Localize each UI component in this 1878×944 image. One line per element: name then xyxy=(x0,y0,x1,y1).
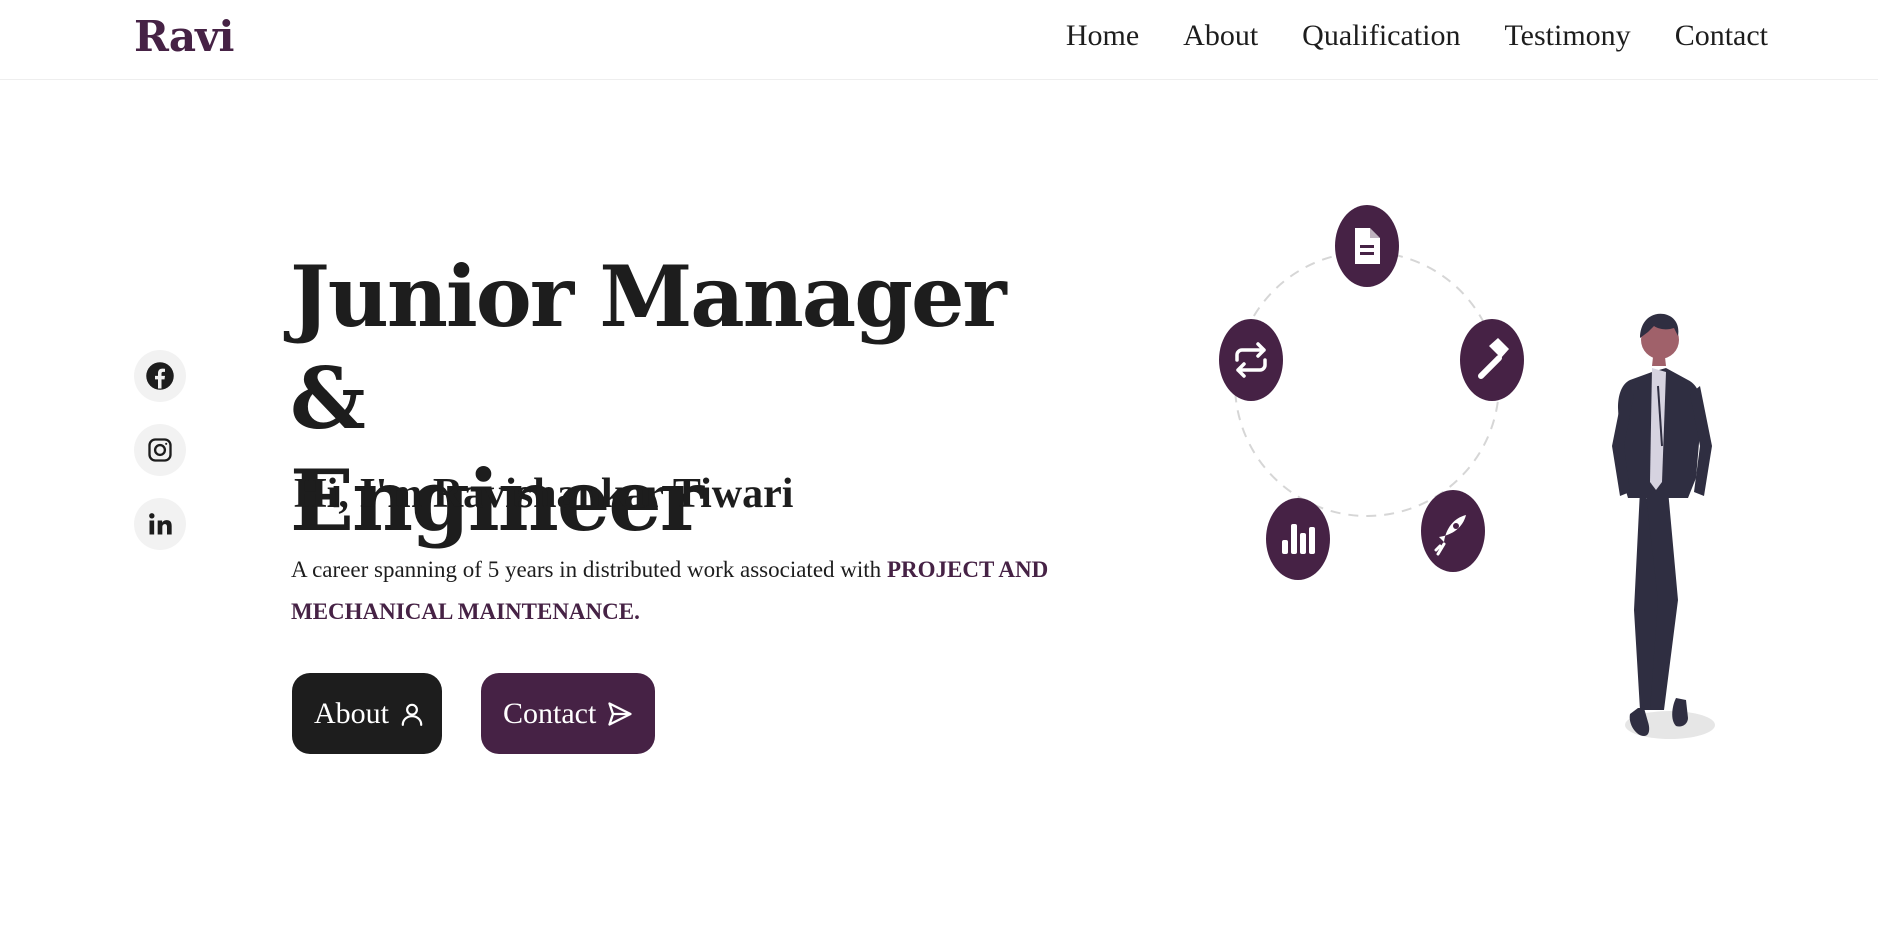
hero-greeting: Hi, I'm Ravishankar Tiwari xyxy=(294,471,794,517)
nav-home[interactable]: Home xyxy=(1066,18,1139,54)
hero-illustration xyxy=(1219,205,1715,739)
document-icon xyxy=(1335,205,1399,287)
repeat-icon xyxy=(1219,319,1283,401)
person-illustration xyxy=(1612,313,1715,739)
facebook-link[interactable] xyxy=(134,350,186,402)
hammer-icon xyxy=(1460,319,1524,401)
instagram-link[interactable] xyxy=(134,424,186,476)
about-button-label: About xyxy=(314,696,389,730)
nav-contact[interactable]: Contact xyxy=(1675,18,1768,54)
contact-button[interactable]: Contact xyxy=(481,673,655,754)
bar-chart-icon xyxy=(1266,498,1330,580)
linkedin-icon xyxy=(149,513,172,535)
hero-title-line1: Junior Manager & xyxy=(290,247,1007,448)
nav-about[interactable]: About xyxy=(1183,18,1258,54)
social-links xyxy=(134,350,186,550)
nav-testimony[interactable]: Testimony xyxy=(1504,18,1630,54)
facebook-icon xyxy=(146,362,174,390)
contact-button-label: Contact xyxy=(503,696,597,730)
instagram-icon xyxy=(148,438,172,462)
send-icon xyxy=(608,701,632,726)
logo[interactable]: Ravi xyxy=(134,12,234,61)
linkedin-link[interactable] xyxy=(134,498,186,550)
main-nav: Home About Qualification Testimony Conta… xyxy=(1066,18,1768,54)
hero-description: A career spanning of 5 years in distribu… xyxy=(291,549,1071,633)
nav-qualification[interactable]: Qualification xyxy=(1302,18,1460,54)
about-button[interactable]: About xyxy=(292,673,442,754)
description-text: A career spanning of 5 years in distribu… xyxy=(291,557,882,582)
site-header: Ravi Home About Qualification Testimony … xyxy=(0,0,1878,80)
user-icon xyxy=(401,703,423,726)
rocket-icon xyxy=(1421,490,1485,572)
